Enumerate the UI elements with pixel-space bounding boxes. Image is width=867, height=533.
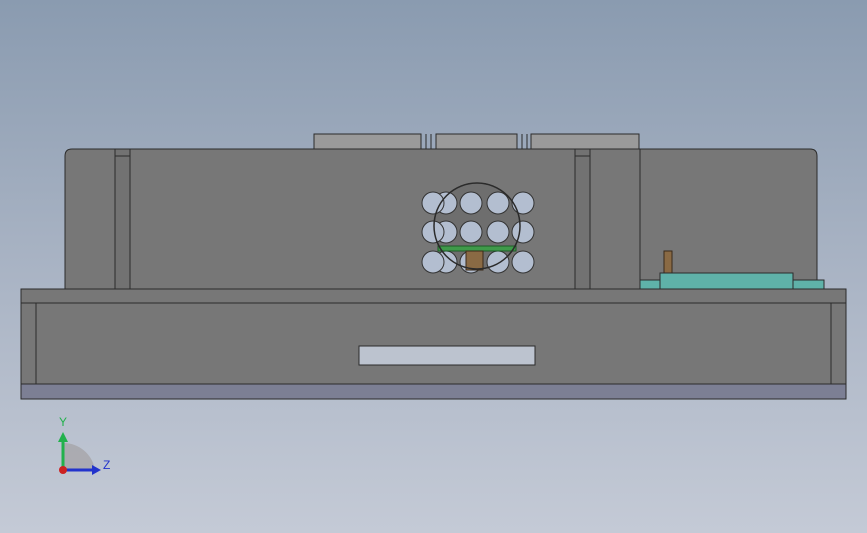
top-cap-right (530, 133, 640, 151)
base-front (20, 302, 847, 385)
base-top-rail (20, 288, 847, 304)
reference-triad: Y Z (58, 415, 110, 475)
triad-shade (63, 442, 95, 470)
base-tray[interactable] (20, 288, 847, 400)
graphics-viewport[interactable]: Y Z (0, 0, 867, 533)
rib-right (574, 148, 591, 290)
top-cap-mid (435, 133, 518, 151)
fan-standoff (465, 250, 484, 271)
top-cover-parts (313, 133, 640, 151)
rib-left (114, 148, 131, 290)
fan-vent[interactable] (421, 182, 535, 274)
top-cap-left (313, 133, 422, 151)
z-axis-label: Z (103, 458, 110, 472)
standoff-post (663, 250, 673, 274)
connector-body (659, 272, 794, 290)
label-plate (358, 345, 536, 366)
x-axis-dot (59, 466, 67, 474)
housing-left-block (64, 148, 641, 290)
pcb-edge (437, 245, 517, 252)
y-axis-label: Y (59, 415, 67, 429)
base-bottom-strip (20, 383, 847, 400)
